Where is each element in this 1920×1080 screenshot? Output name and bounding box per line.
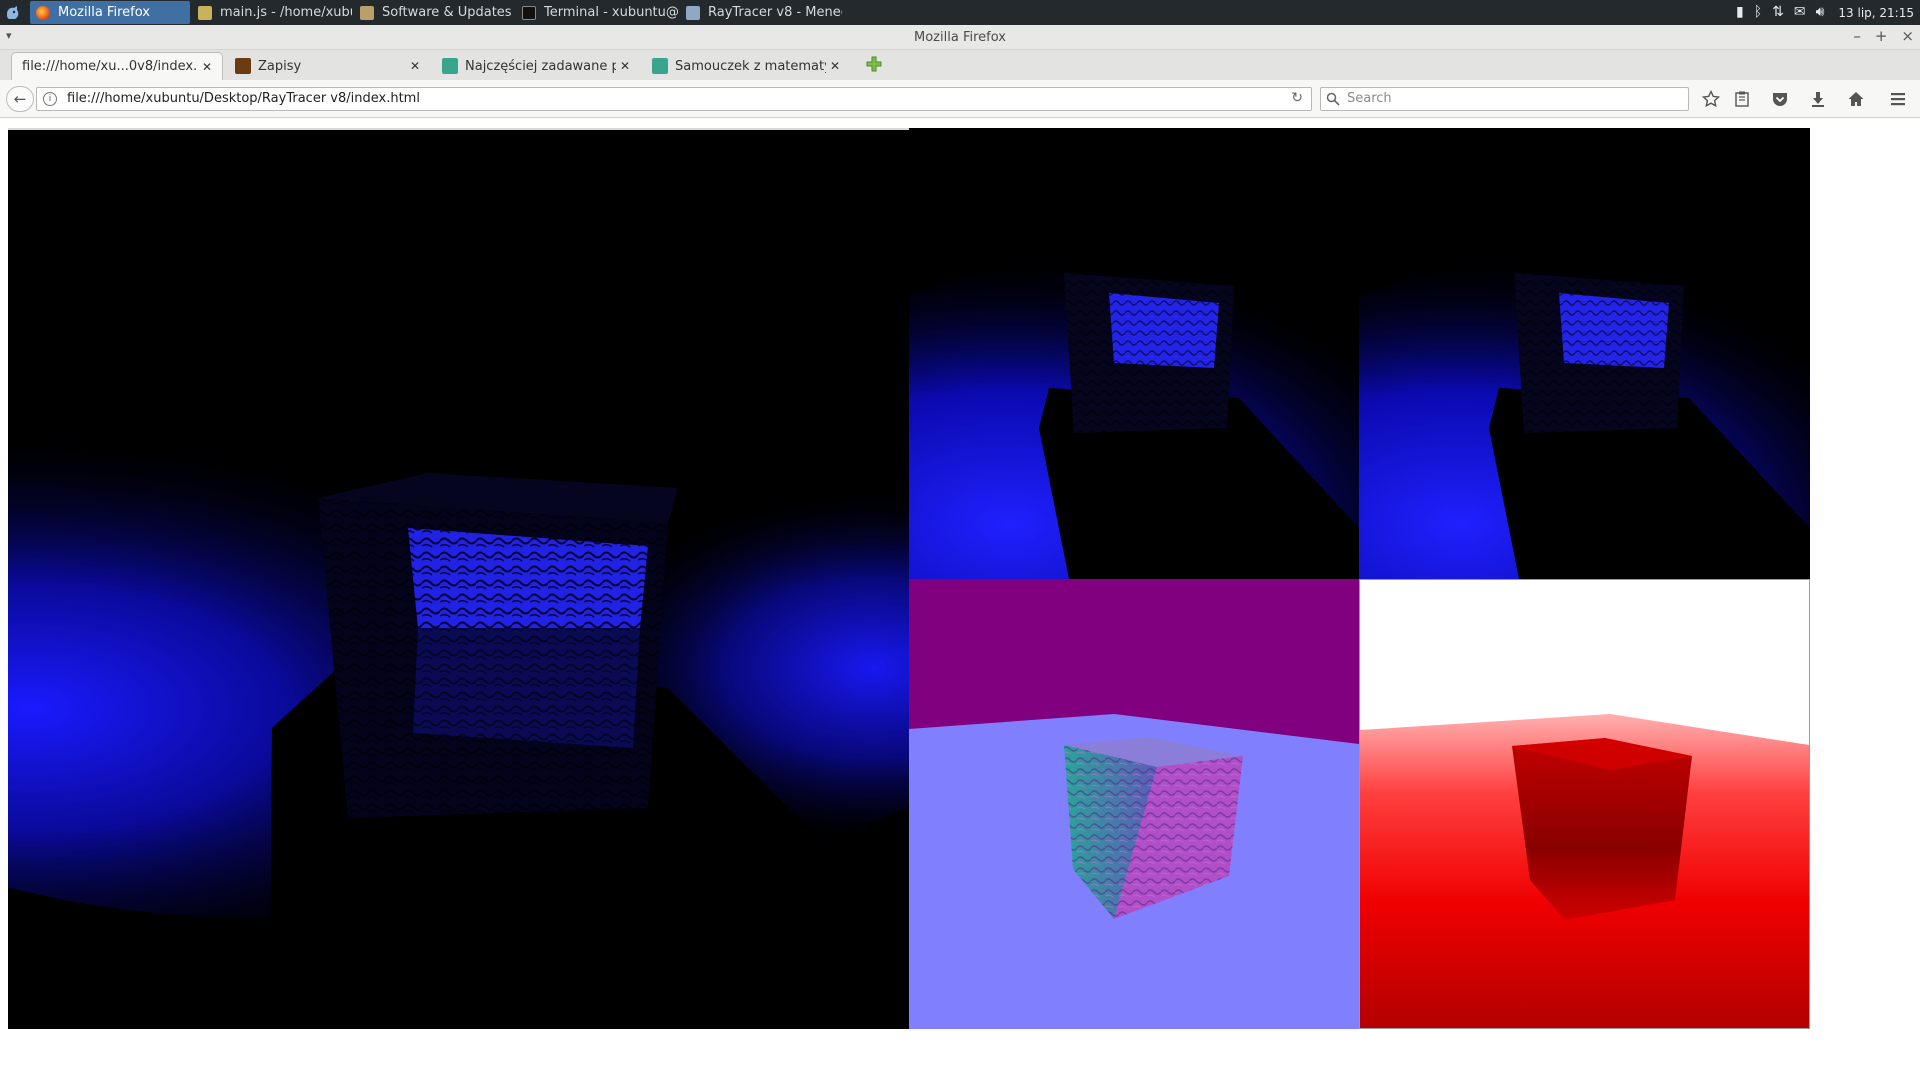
firefox-icon [36, 5, 50, 20]
volume-icon[interactable]: 🔊︎ [1816, 0, 1825, 25]
folder-icon [686, 5, 700, 20]
software-updates-icon [360, 5, 374, 20]
tab-label: file:///home/xu...0v8/index.html [22, 59, 198, 74]
hamburger-menu-icon[interactable] [1887, 89, 1909, 109]
tab-zapisy[interactable]: Zapisy ✕ [225, 52, 430, 80]
taskbar-item-editor[interactable]: main.js - /home/xubuntu/De... [192, 1, 352, 24]
render-view-top-left[interactable] [909, 128, 1359, 579]
site-info-icon[interactable]: i [43, 92, 57, 106]
bookmark-star-icon[interactable] [1700, 89, 1722, 109]
window-title: Mozilla Firefox [914, 30, 1006, 45]
bookmarks-menu-icon[interactable] [1731, 89, 1753, 109]
search-icon [1326, 91, 1340, 110]
bluetooth-icon[interactable]: ᛒ [1754, 0, 1762, 25]
minimize-icon[interactable]: – [1853, 27, 1861, 45]
page-content [0, 119, 1920, 1080]
taskbar-item-label: main.js - /home/xubuntu/De... [220, 5, 352, 20]
taskbar-item-terminal[interactable]: Terminal - xubuntu@xubunt... [516, 1, 678, 24]
taskbar-item-file-manager[interactable]: RayTracer v8 - Menedżer pli... [680, 1, 842, 24]
depth-render-canvas[interactable] [1359, 579, 1810, 1029]
terminal-icon [522, 5, 536, 20]
tab-bar: file:///home/xu...0v8/index.html ✕ Zapis… [0, 50, 1920, 80]
back-arrow-icon: ← [13, 90, 27, 108]
url-bar[interactable]: i file:///home/xubuntu/Desktop/RayTracer… [36, 87, 1312, 111]
page-favicon [652, 58, 668, 74]
mail-icon[interactable]: ✉ [1794, 0, 1806, 25]
whisker-menu-icon[interactable] [3, 3, 23, 22]
battery-icon[interactable]: ▮ [1736, 0, 1744, 25]
clock[interactable]: 13 lip, 21:15 [1838, 6, 1914, 20]
floor-shadow-left [270, 668, 348, 1029]
taskbar-item-label: Mozilla Firefox [58, 5, 150, 20]
progress-line [8, 128, 909, 130]
taskbar-item-firefox[interactable]: Mozilla Firefox [30, 1, 190, 24]
zapisy-favicon [235, 58, 251, 74]
search-bar[interactable] [1320, 87, 1689, 111]
desktop-panel: Mozilla Firefox main.js - /home/xubuntu/… [0, 0, 1920, 25]
window-titlebar[interactable]: ▾ Mozilla Firefox – + × [0, 25, 1920, 50]
tab-math-tutorial[interactable]: Samouczek z matematyki... ✕ [642, 52, 850, 80]
tab-label: Zapisy [258, 58, 302, 74]
page-favicon [442, 58, 458, 74]
maximize-icon[interactable]: + [1875, 27, 1888, 45]
network-icon[interactable]: ⇅ [1772, 0, 1784, 25]
render-view-top-right[interactable] [1359, 128, 1810, 579]
tab-raytracer[interactable]: file:///home/xu...0v8/index.html ✕ [11, 52, 223, 80]
navigation-toolbar: ← i file:///home/xubuntu/Desktop/RayTrac… [0, 80, 1920, 118]
main-render-canvas[interactable] [8, 128, 909, 1029]
close-tab-icon[interactable]: ✕ [826, 59, 844, 73]
editor-icon [198, 5, 212, 20]
home-icon[interactable] [1845, 89, 1867, 109]
close-tab-icon[interactable]: ✕ [406, 59, 424, 73]
taskbar-item-software-updates[interactable]: Software & Updates [354, 1, 514, 24]
taskbar-item-label: Terminal - xubuntu@xubunt... [544, 5, 678, 20]
new-tab-icon[interactable] [865, 55, 883, 73]
pocket-icon[interactable] [1769, 89, 1791, 109]
system-tray: ▮ ᛒ ⇅ ✉ 🔊︎ 13 lip, 21:15 [1736, 0, 1914, 25]
url-text[interactable]: file:///home/xubuntu/Desktop/RayTracer v… [67, 91, 420, 106]
close-icon[interactable]: × [1901, 27, 1914, 45]
tab-label: Najczęściej zadawane py... [465, 58, 616, 74]
normals-render-canvas[interactable] [909, 579, 1359, 1029]
search-input[interactable] [1347, 91, 1677, 106]
back-button[interactable]: ← [6, 86, 34, 112]
close-tab-icon[interactable]: ✕ [198, 60, 216, 74]
tab-faq[interactable]: Najczęściej zadawane py... ✕ [432, 52, 640, 80]
close-tab-icon[interactable]: ✕ [616, 59, 634, 73]
taskbar-item-label: RayTracer v8 - Menedżer pli... [708, 5, 842, 20]
taskbar-item-label: Software & Updates [382, 5, 512, 20]
tab-label: Samouczek z matematyki... [675, 58, 826, 74]
reload-icon[interactable]: ↻ [1291, 90, 1303, 106]
downloads-icon[interactable] [1807, 89, 1829, 109]
